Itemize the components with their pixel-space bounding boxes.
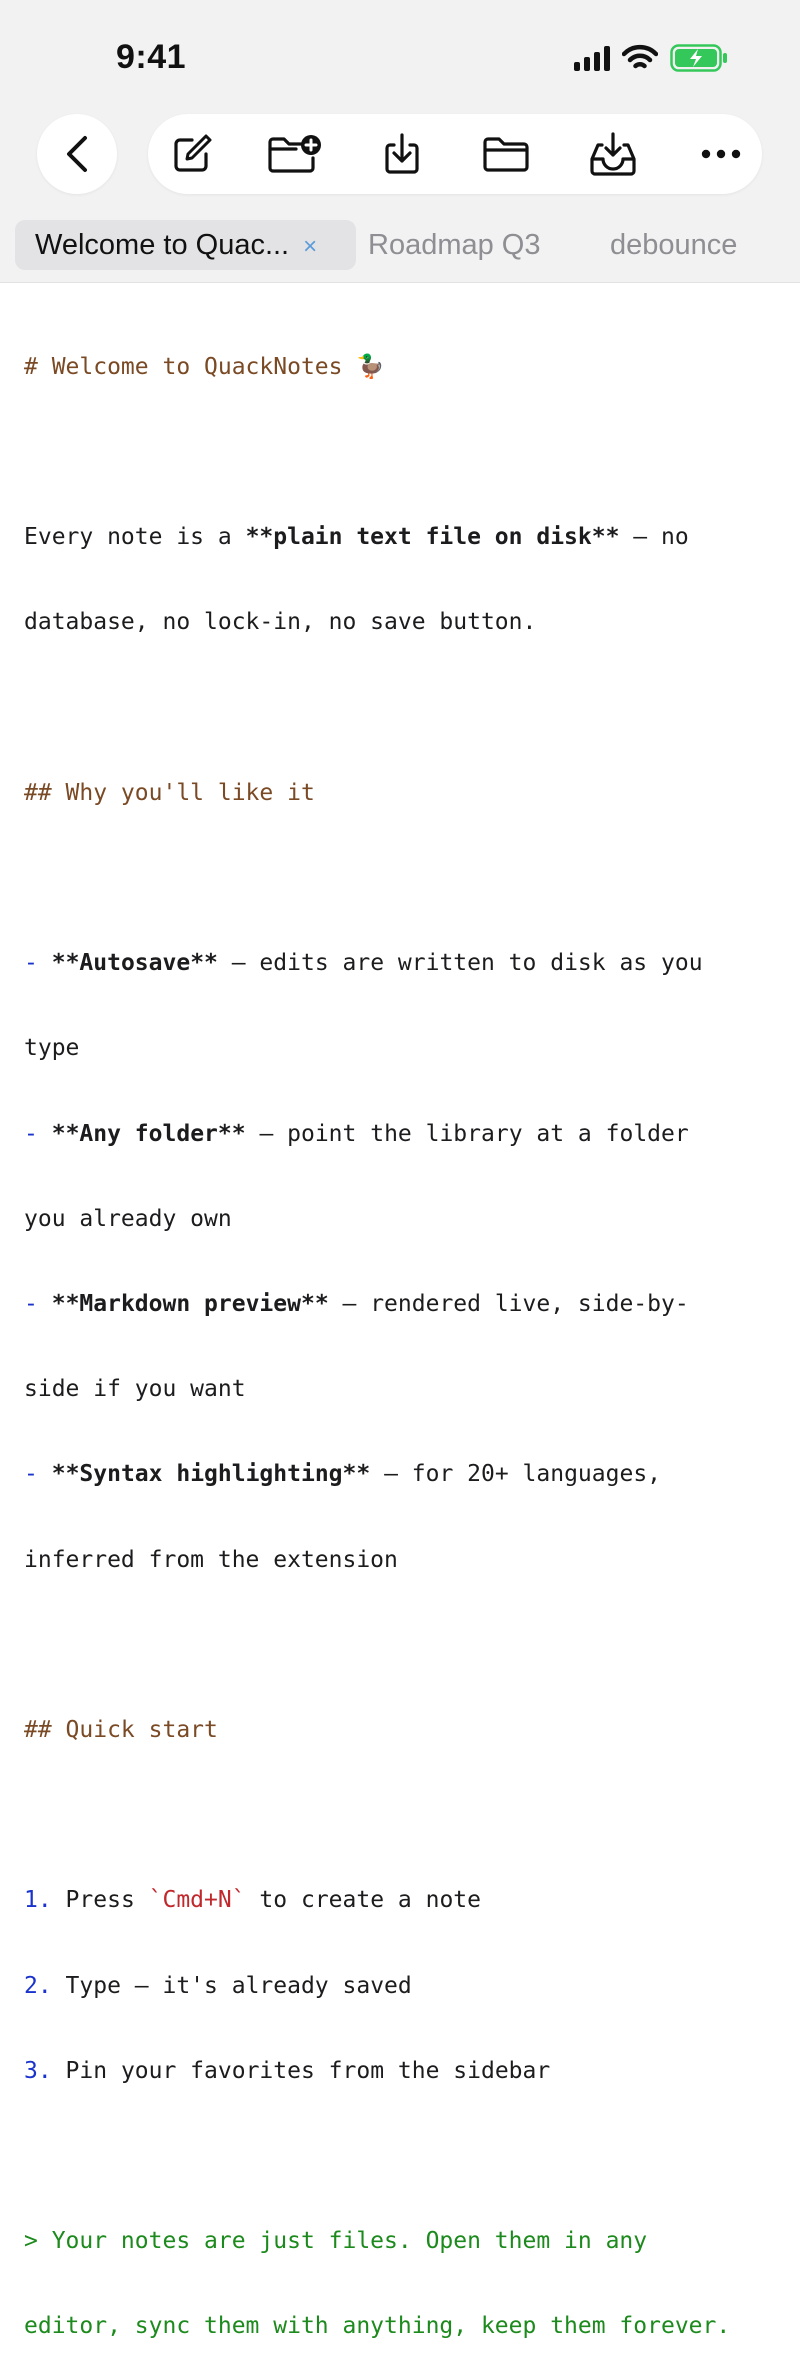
more-icon [701, 149, 741, 159]
heading-2: ## Quick start [24, 1717, 218, 1744]
ordered-list-item: 1. Press `Cmd+N` to create a note [24, 1887, 481, 1914]
wifi-icon [622, 44, 658, 69]
compose-button[interactable] [157, 114, 227, 194]
intro-line: Every note is a **plain text file on dis… [24, 524, 689, 551]
more-button[interactable] [686, 114, 756, 194]
tab-roadmap-q3[interactable]: Roadmap Q3 [368, 220, 541, 270]
top-chrome: 9:41 Welcome to Quac... × Roadmap Q3 deb… [0, 0, 800, 283]
list-item-continuation: side if you want [24, 1376, 246, 1403]
new-folder-icon [268, 135, 321, 173]
ordered-list-item: 2. Type — it's already saved [24, 1972, 412, 1999]
list-item-continuation: you already own [24, 1205, 232, 1232]
tab-debounce[interactable]: debounce [610, 220, 737, 270]
list-item: - **Markdown preview** — rendered live, … [24, 1291, 689, 1318]
ordered-list-item: 3. Pin your favorites from the sidebar [24, 2057, 551, 2084]
markdown-editor[interactable]: # Welcome to QuackNotes 🦆 Every note is … [24, 296, 784, 2369]
tab-label: Roadmap Q3 [368, 229, 541, 261]
heading-1: # Welcome to QuackNotes 🦆 [24, 353, 385, 380]
toolbar [148, 114, 762, 194]
tab-label: debounce [610, 229, 738, 261]
list-item: - **Syntax highlighting** — for 20+ lang… [24, 1461, 662, 1488]
download-icon [385, 133, 419, 174]
list-item: - **Autosave** — edits are written to di… [24, 950, 703, 977]
new-folder-button[interactable] [259, 114, 329, 194]
inbox-download-button[interactable] [578, 114, 648, 194]
folder-icon [483, 137, 529, 172]
chevron-left-icon [67, 136, 87, 172]
list-item-continuation: inferred from the extension [24, 1546, 398, 1573]
list-item-continuation: type [24, 1035, 80, 1062]
blockquote-line: editor, sync them with anything, keep th… [24, 2313, 731, 2340]
download-button[interactable] [367, 114, 437, 194]
compose-icon [174, 134, 212, 172]
cellular-signal-icon [574, 45, 610, 71]
tab-bar: Welcome to Quac... × Roadmap Q3 debounce [0, 220, 800, 272]
tab-close-icon[interactable]: × [303, 233, 317, 260]
intro-line: database, no lock-in, no save button. [24, 609, 537, 636]
tab-label: Welcome to Quac... [35, 229, 290, 261]
blockquote-line: > Your notes are just files. Open them i… [24, 2228, 648, 2255]
list-item: - **Any folder** — point the library at … [24, 1120, 689, 1147]
tab-welcome[interactable]: Welcome to Quac... × [15, 220, 356, 270]
heading-2: ## Why you'll like it [24, 779, 315, 806]
folder-button[interactable] [471, 114, 541, 194]
battery-charging-icon [670, 44, 727, 72]
inbox-download-icon [590, 132, 636, 176]
status-icons [574, 44, 728, 72]
status-time: 9:41 [116, 38, 187, 76]
back-button[interactable] [37, 114, 117, 194]
